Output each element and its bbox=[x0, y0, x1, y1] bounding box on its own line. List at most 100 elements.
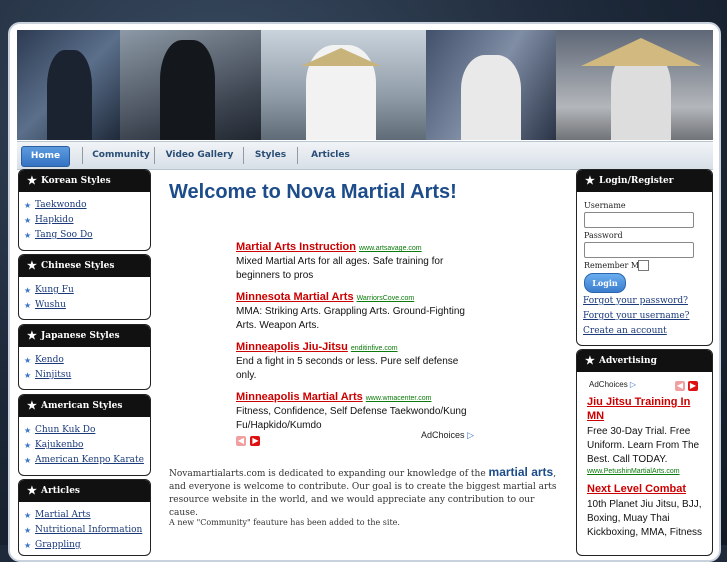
star-bullet-icon: ★ bbox=[24, 371, 32, 380]
remember-me-checkbox[interactable] bbox=[638, 260, 649, 271]
ad-item: Martial Arts Instruction www.artsavage.co… bbox=[236, 237, 476, 283]
adchoices-icon: ▷ bbox=[629, 380, 637, 389]
username-label: Username bbox=[584, 201, 626, 210]
adchoices-link[interactable]: AdChoices ▷ bbox=[421, 430, 474, 441]
star-bullet-icon: ★ bbox=[24, 511, 32, 520]
star-icon: ★ bbox=[27, 399, 37, 412]
main-navigation: Home Community Video Gallery Styles Arti… bbox=[17, 141, 713, 170]
sidebar-link[interactable]: ★ Kendo bbox=[24, 353, 150, 368]
password-input[interactable] bbox=[584, 242, 694, 258]
ad-title-link[interactable]: Minneapolis Martial Arts bbox=[236, 391, 363, 403]
nav-separator bbox=[243, 147, 244, 164]
star-bullet-icon: ★ bbox=[24, 426, 32, 435]
ad-item: Minnesota Martial Arts WarriorsCove.com M… bbox=[236, 287, 476, 333]
login-box-title: Login/Register bbox=[599, 176, 674, 186]
sidebar-box-american: ★ American Styles ★ Chun Kuk Do ★ Kajukenbo… bbox=[18, 394, 151, 476]
nav-video-gallery[interactable]: Video Gallery bbox=[162, 146, 237, 165]
sidebar-box-title: Articles bbox=[41, 486, 80, 496]
ad-description: MMA: Striking Arts. Grappling Arts. Grou… bbox=[236, 306, 465, 331]
sidebar-link[interactable]: ★ Taekwondo bbox=[24, 198, 150, 213]
sidebar-link[interactable]: ★ Nutritional Information bbox=[24, 523, 150, 538]
next-arrow-icon[interactable]: ▶ bbox=[688, 381, 698, 391]
ad-description: End a fight in 5 seconds or less. Pure s… bbox=[236, 356, 459, 381]
advertising-box: ★ Advertising AdChoices ▷ ◀ ▶ Jiu Jitsu T… bbox=[576, 349, 713, 556]
nav-articles[interactable]: Articles bbox=[308, 146, 353, 165]
next-arrow-icon[interactable]: ▶ bbox=[250, 436, 261, 446]
login-button[interactable]: Login bbox=[584, 273, 626, 293]
sidebar-box-articles: ★ Articles ★ Martial Arts ★ Nutritional Inf… bbox=[18, 479, 151, 556]
sidebar-link[interactable]: ★ Wushu bbox=[24, 298, 150, 313]
star-bullet-icon: ★ bbox=[24, 301, 32, 310]
nav-separator bbox=[154, 147, 155, 164]
ad-item: Minneapolis Martial Arts www.wmacenter.co… bbox=[236, 387, 476, 433]
nav-home[interactable]: Home bbox=[21, 146, 70, 167]
keyword-link[interactable]: martial arts bbox=[489, 465, 554, 479]
sidebar-link[interactable]: ★ Ninjitsu bbox=[24, 368, 150, 383]
banner-photo-4 bbox=[426, 30, 556, 140]
ad-title-link[interactable]: Jiu Jitsu Training In MN bbox=[587, 395, 705, 423]
ad-description: Mixed Martial Arts for all ages. Safe tr… bbox=[236, 256, 444, 281]
ad-title-link[interactable]: Minneapolis Jiu-Jitsu bbox=[236, 341, 348, 353]
ad-url-link[interactable]: www.PetushinMartialArts.com bbox=[587, 468, 705, 475]
sidebar-link[interactable]: ★ American Kenpo Karate bbox=[24, 453, 150, 468]
nav-separator bbox=[297, 147, 298, 164]
username-input[interactable] bbox=[584, 212, 694, 228]
ad-item: Minneapolis Jiu-Jitsu enditinfive.com End… bbox=[236, 337, 476, 383]
banner-photo-1 bbox=[17, 30, 120, 140]
sidebar-link[interactable]: ★ Tang Soo Do bbox=[24, 228, 150, 243]
star-icon: ★ bbox=[27, 484, 37, 497]
sidebar-box-title: Japanese Styles bbox=[41, 331, 120, 341]
sidebar-link[interactable]: ★ Kung Fu bbox=[24, 283, 150, 298]
ad-block: Martial Arts Instruction www.artsavage.co… bbox=[236, 237, 476, 437]
star-bullet-icon: ★ bbox=[24, 456, 32, 465]
ad-title-link[interactable]: Next Level Combat bbox=[587, 482, 705, 496]
star-icon: ★ bbox=[27, 259, 37, 272]
ad-footer: ◀ ▶ AdChoices ▷ bbox=[236, 430, 476, 446]
sidebar-link[interactable]: ★ Hapkido bbox=[24, 213, 150, 228]
intro-paragraph: Novamartialarts.com is dedicated to expa… bbox=[169, 465, 557, 519]
password-label: Password bbox=[584, 231, 623, 240]
star-icon: ★ bbox=[585, 354, 595, 367]
community-notice: A new "Community" feauture has been adde… bbox=[169, 518, 400, 527]
sidebar-link[interactable]: ★ Kajukenbo bbox=[24, 438, 150, 453]
ad-title-link[interactable]: Martial Arts Instruction bbox=[236, 241, 356, 253]
ad-title-link[interactable]: Minnesota Martial Arts bbox=[236, 291, 354, 303]
sidebar-link[interactable]: ★ Grappling bbox=[24, 538, 150, 553]
nav-community[interactable]: Community bbox=[85, 146, 157, 165]
page-title: Welcome to Nova Martial Arts! bbox=[169, 181, 457, 203]
create-account-link[interactable]: Create an account bbox=[583, 326, 667, 336]
sidebar-box-chinese: ★ Chinese Styles ★ Kung Fu ★ Wushu bbox=[18, 254, 151, 320]
forgot-password-link[interactable]: Forgot your password? bbox=[583, 296, 688, 306]
ad-url-link[interactable]: www.wmacenter.com bbox=[366, 395, 432, 402]
remember-me-label: Remember Me bbox=[584, 261, 644, 270]
nav-separator bbox=[82, 147, 83, 164]
star-icon: ★ bbox=[27, 329, 37, 342]
advertising-box-title: Advertising bbox=[599, 356, 657, 366]
ad-url-link[interactable]: www.artsavage.com bbox=[359, 245, 422, 252]
sidebar-box-title: American Styles bbox=[41, 401, 123, 411]
star-bullet-icon: ★ bbox=[24, 231, 32, 240]
prev-arrow-icon[interactable]: ◀ bbox=[236, 436, 246, 446]
star-bullet-icon: ★ bbox=[24, 286, 32, 295]
ad-description: Fitness, Confidence, Self Defense Taekwo… bbox=[236, 406, 467, 431]
sidebar-box-title: Chinese Styles bbox=[41, 261, 115, 271]
forgot-username-link[interactable]: Forgot your username? bbox=[583, 311, 689, 321]
sidebar-box-japanese: ★ Japanese Styles ★ Kendo ★ Ninjitsu bbox=[18, 324, 151, 390]
star-bullet-icon: ★ bbox=[24, 201, 32, 210]
nav-styles[interactable]: Styles bbox=[252, 146, 289, 165]
sidebar-box-korean: ★ Korean Styles ★ Taekwondo ★ Hapkido ★ Tang… bbox=[18, 169, 151, 251]
header-banner bbox=[17, 30, 713, 140]
login-box: ★ Login/Register Username Password Rememb… bbox=[576, 169, 713, 346]
sidebar-link[interactable]: ★ Chun Kuk Do bbox=[24, 423, 150, 438]
star-bullet-icon: ★ bbox=[24, 441, 32, 450]
adchoices-link[interactable]: AdChoices ▷ bbox=[589, 380, 636, 389]
prev-arrow-icon[interactable]: ◀ bbox=[675, 381, 685, 391]
star-bullet-icon: ★ bbox=[24, 526, 32, 535]
star-icon: ★ bbox=[585, 174, 595, 187]
sidebar-box-title: Korean Styles bbox=[41, 176, 111, 186]
star-bullet-icon: ★ bbox=[24, 216, 32, 225]
star-bullet-icon: ★ bbox=[24, 356, 32, 365]
sidebar-link[interactable]: ★ Martial Arts bbox=[24, 508, 150, 523]
ad-url-link[interactable]: WarriorsCove.com bbox=[357, 295, 415, 302]
ad-url-link[interactable]: enditinfive.com bbox=[351, 345, 398, 352]
